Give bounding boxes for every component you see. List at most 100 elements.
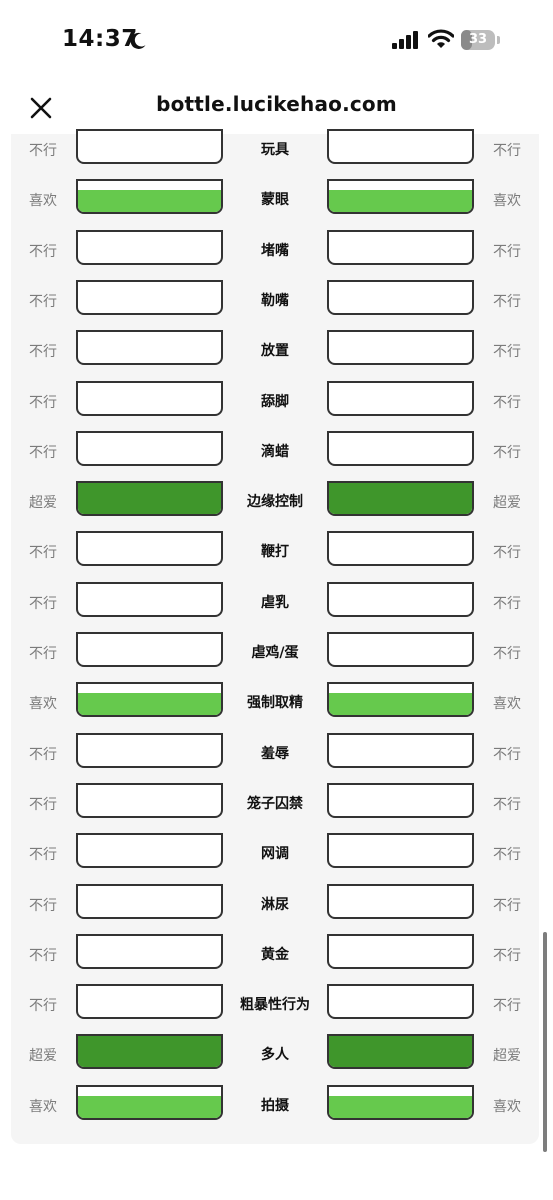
right-bottle[interactable] bbox=[327, 783, 474, 818]
right-level-label: 不行 bbox=[493, 244, 521, 260]
table-row: 不行 黄金 不行 bbox=[11, 934, 539, 974]
right-bottle[interactable] bbox=[327, 280, 474, 315]
item-label: 强制取精 bbox=[247, 695, 303, 711]
right-level-label: 不行 bbox=[493, 395, 521, 411]
item-label: 虐鸡/蛋 bbox=[251, 645, 299, 661]
right-bottle[interactable] bbox=[327, 984, 474, 1019]
table-row: 不行 玩具 不行 bbox=[11, 129, 539, 169]
table-row: 超爱 多人 超爱 bbox=[11, 1034, 539, 1074]
status-time: 14:37 bbox=[62, 26, 138, 52]
right-bottle[interactable] bbox=[327, 129, 474, 164]
left-bottle[interactable] bbox=[76, 682, 223, 717]
right-level-label: 不行 bbox=[493, 294, 521, 310]
right-bottle[interactable] bbox=[327, 884, 474, 919]
right-level-label: 喜欢 bbox=[493, 1099, 521, 1115]
left-level-label: 不行 bbox=[29, 747, 57, 763]
right-bottle[interactable] bbox=[327, 179, 474, 214]
bottle-fill bbox=[78, 1036, 221, 1067]
right-level-label: 喜欢 bbox=[493, 193, 521, 209]
left-bottle[interactable] bbox=[76, 934, 223, 969]
left-bottle[interactable] bbox=[76, 884, 223, 919]
bottle-fill bbox=[78, 693, 221, 715]
table-row: 不行 笼子囚禁 不行 bbox=[11, 783, 539, 823]
right-level-label: 喜欢 bbox=[493, 696, 521, 712]
item-label: 羞辱 bbox=[261, 746, 289, 762]
left-bottle[interactable] bbox=[76, 582, 223, 617]
bottle-fill bbox=[329, 190, 472, 212]
moon-icon bbox=[130, 32, 146, 49]
left-level-label: 不行 bbox=[29, 445, 57, 461]
right-bottle[interactable] bbox=[327, 833, 474, 868]
left-level-label: 不行 bbox=[29, 294, 57, 310]
table-row: 喜欢 拍摄 喜欢 bbox=[11, 1085, 539, 1125]
left-level-label: 不行 bbox=[29, 344, 57, 360]
right-level-label: 不行 bbox=[493, 847, 521, 863]
left-level-label: 不行 bbox=[29, 244, 57, 260]
bottle-fill bbox=[329, 1096, 472, 1118]
table-row: 超爱 边缘控制 超爱 bbox=[11, 481, 539, 521]
left-level-label: 不行 bbox=[29, 797, 57, 813]
right-bottle[interactable] bbox=[327, 733, 474, 768]
left-level-label: 不行 bbox=[29, 143, 57, 159]
right-bottle[interactable] bbox=[327, 582, 474, 617]
item-label: 粗暴性行为 bbox=[240, 997, 310, 1013]
right-bottle[interactable] bbox=[327, 1085, 474, 1120]
right-bottle[interactable] bbox=[327, 381, 474, 416]
item-label: 放置 bbox=[261, 343, 289, 359]
item-label: 滴蜡 bbox=[261, 444, 289, 460]
status-bar: 14:37 33 bbox=[0, 0, 553, 84]
right-bottle[interactable] bbox=[327, 330, 474, 365]
left-bottle[interactable] bbox=[76, 381, 223, 416]
bottle-fill bbox=[78, 190, 221, 212]
right-level-label: 不行 bbox=[493, 948, 521, 964]
item-label: 黄金 bbox=[261, 947, 289, 963]
right-bottle[interactable] bbox=[327, 632, 474, 667]
right-bottle[interactable] bbox=[327, 682, 474, 717]
right-bottle[interactable] bbox=[327, 230, 474, 265]
scrollbar[interactable] bbox=[543, 932, 547, 1152]
right-level-label: 不行 bbox=[493, 344, 521, 360]
left-bottle[interactable] bbox=[76, 179, 223, 214]
table-row: 不行 堵嘴 不行 bbox=[11, 230, 539, 270]
right-level-label: 不行 bbox=[493, 143, 521, 159]
left-bottle[interactable] bbox=[76, 1034, 223, 1069]
battery-percentage: 33 bbox=[468, 32, 488, 47]
table-row: 喜欢 蒙眼 喜欢 bbox=[11, 179, 539, 219]
right-level-label: 不行 bbox=[493, 998, 521, 1014]
item-label: 淋尿 bbox=[261, 897, 289, 913]
left-bottle[interactable] bbox=[76, 1085, 223, 1120]
left-level-label: 不行 bbox=[29, 898, 57, 914]
left-bottle[interactable] bbox=[76, 280, 223, 315]
right-bottle[interactable] bbox=[327, 1034, 474, 1069]
left-bottle[interactable] bbox=[76, 984, 223, 1019]
item-label: 舔脚 bbox=[261, 394, 289, 410]
browser-header: bottle.lucikehao.com bbox=[0, 84, 553, 134]
right-level-label: 超爱 bbox=[493, 1048, 521, 1064]
right-bottle[interactable] bbox=[327, 481, 474, 516]
left-bottle[interactable] bbox=[76, 783, 223, 818]
item-label: 多人 bbox=[261, 1047, 289, 1063]
left-bottle[interactable] bbox=[76, 531, 223, 566]
left-bottle[interactable] bbox=[76, 129, 223, 164]
left-bottle[interactable] bbox=[76, 733, 223, 768]
right-bottle[interactable] bbox=[327, 431, 474, 466]
left-bottle[interactable] bbox=[76, 833, 223, 868]
table-row: 不行 粗暴性行为 不行 bbox=[11, 984, 539, 1024]
left-bottle[interactable] bbox=[76, 632, 223, 667]
item-label: 网调 bbox=[261, 846, 289, 862]
page-url: bottle.lucikehao.com bbox=[156, 92, 397, 116]
left-bottle[interactable] bbox=[76, 230, 223, 265]
right-bottle[interactable] bbox=[327, 531, 474, 566]
item-label: 玩具 bbox=[261, 142, 289, 158]
left-bottle[interactable] bbox=[76, 481, 223, 516]
item-label: 蒙眼 bbox=[261, 192, 289, 208]
left-bottle[interactable] bbox=[76, 330, 223, 365]
left-level-label: 不行 bbox=[29, 545, 57, 561]
right-level-label: 不行 bbox=[493, 797, 521, 813]
right-bottle[interactable] bbox=[327, 934, 474, 969]
item-label: 勒嘴 bbox=[261, 293, 289, 309]
table-row: 不行 放置 不行 bbox=[11, 330, 539, 370]
left-level-label: 超爱 bbox=[29, 1048, 57, 1064]
left-level-label: 不行 bbox=[29, 596, 57, 612]
left-bottle[interactable] bbox=[76, 431, 223, 466]
